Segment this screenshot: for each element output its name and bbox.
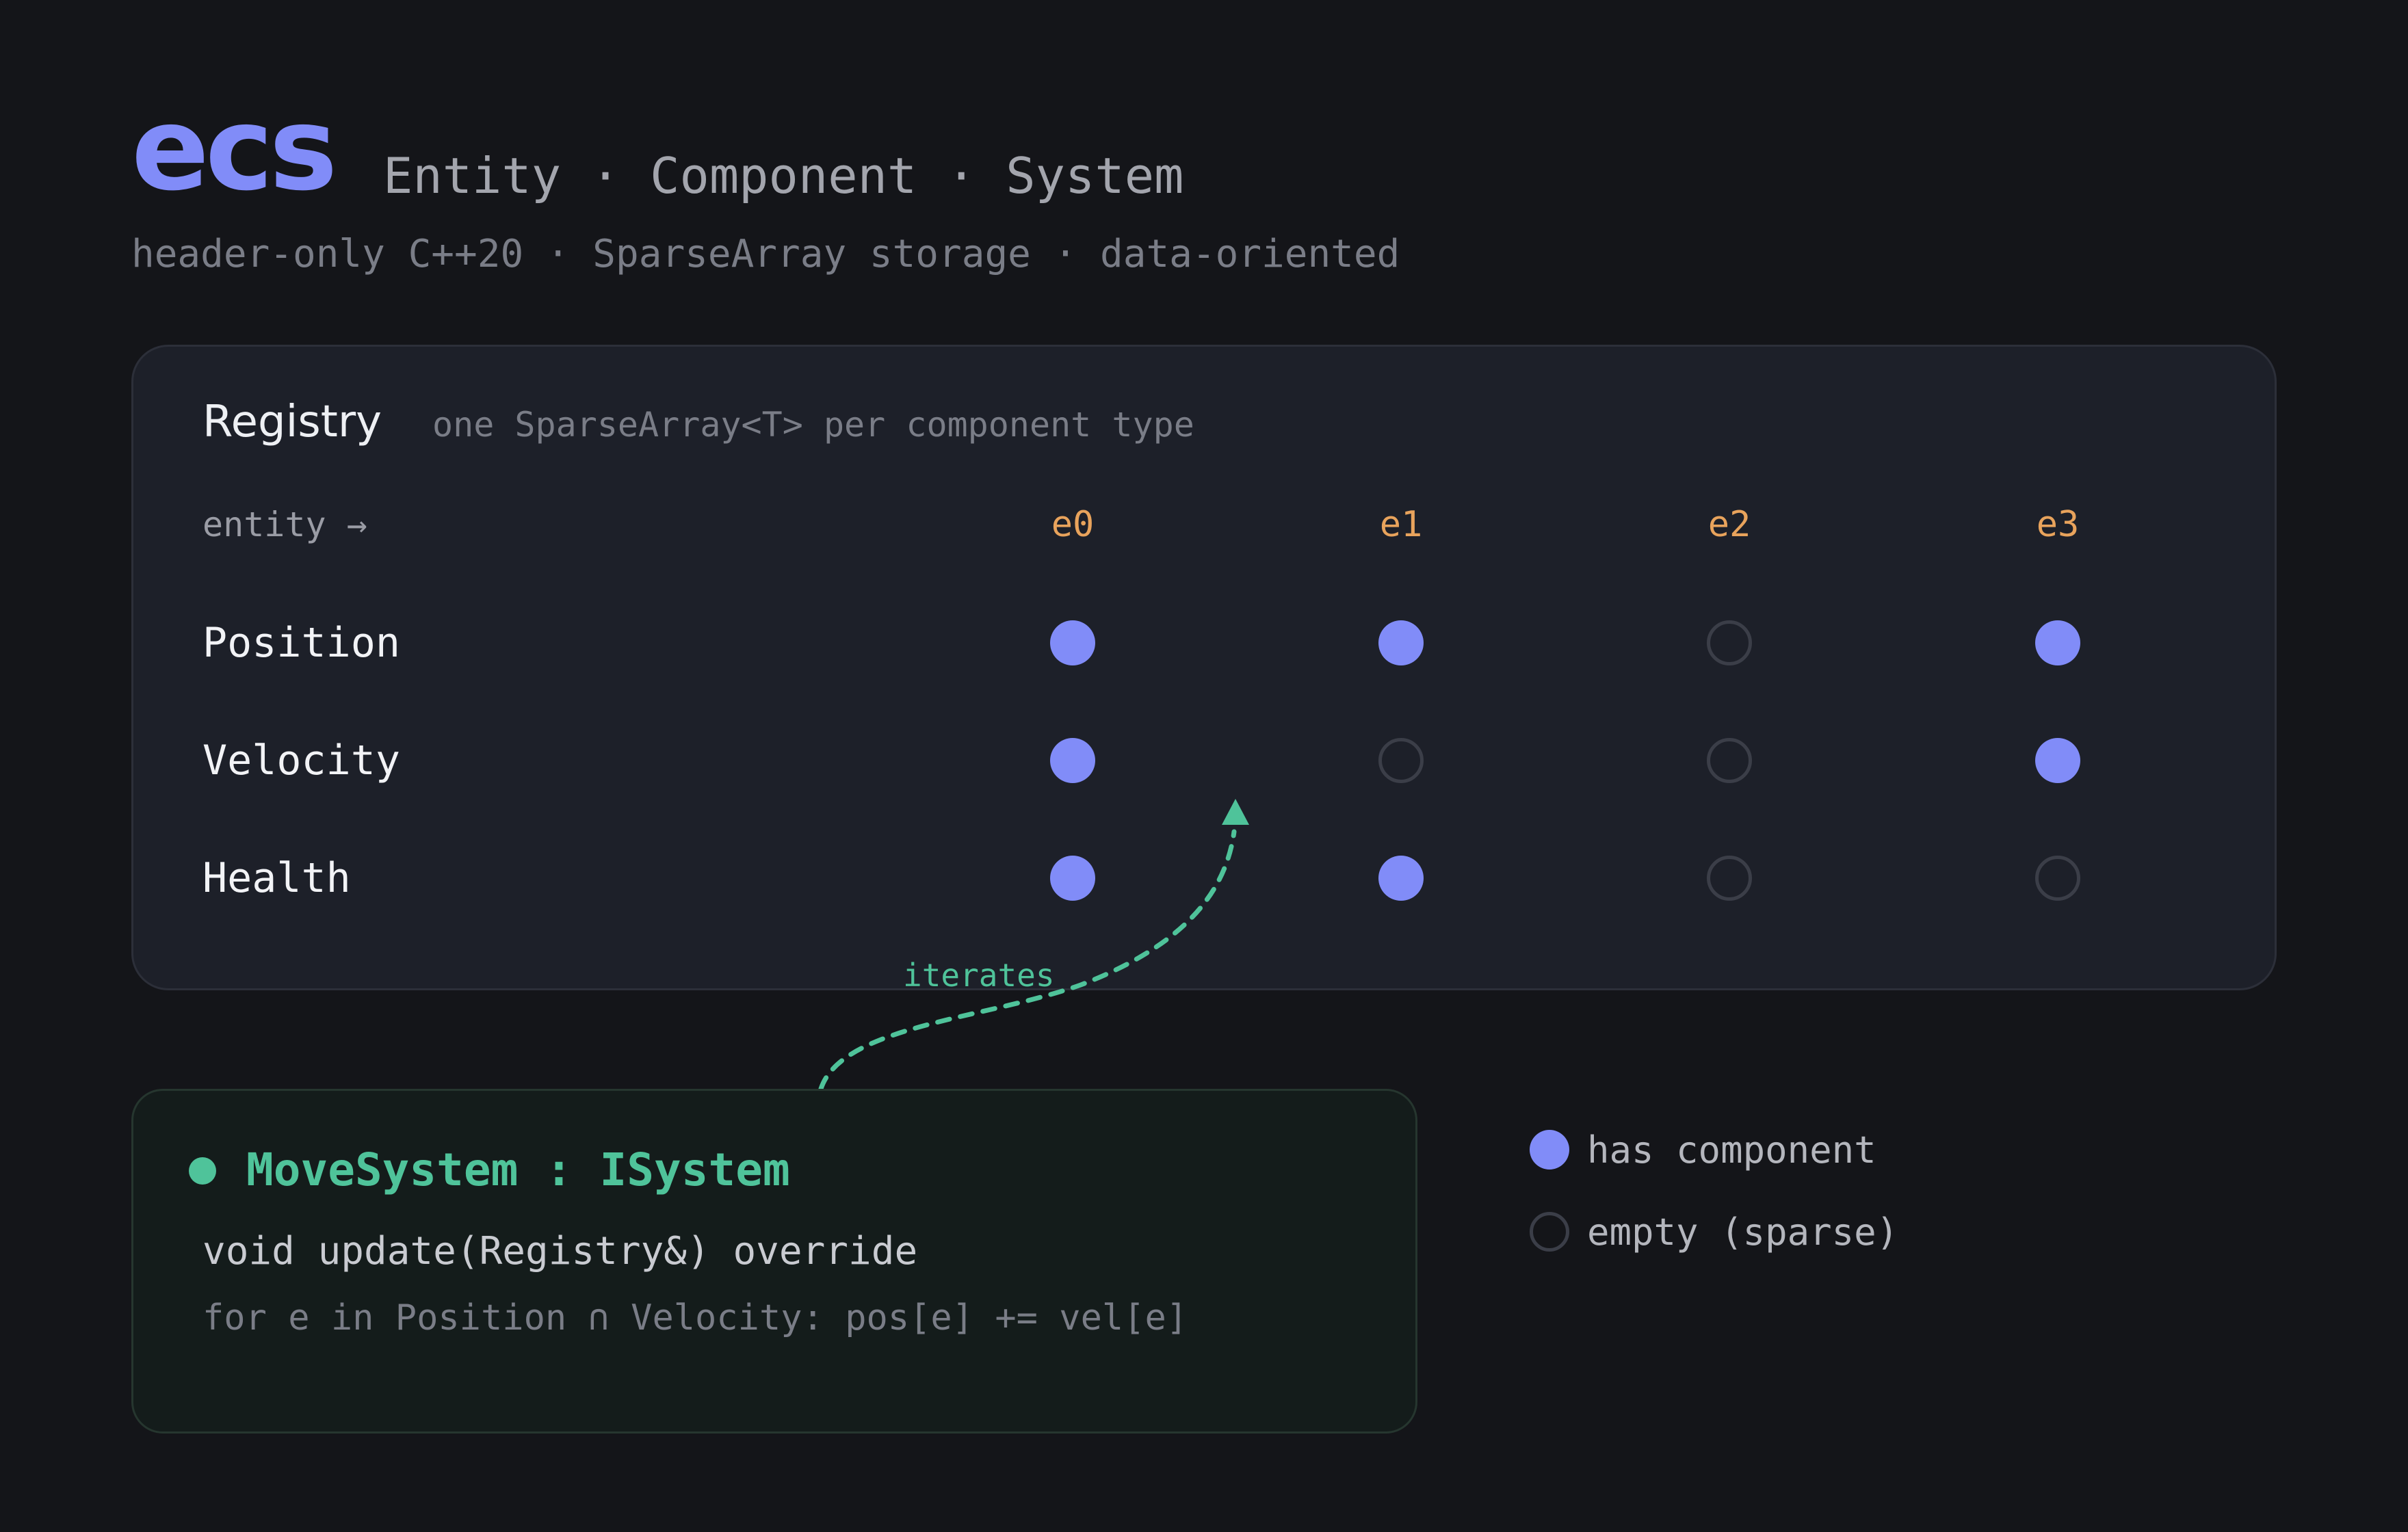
legend-filled-dot: [1530, 1130, 1569, 1170]
system-status-dot: [189, 1157, 216, 1185]
legend-empty: empty (sparse): [1587, 1211, 1899, 1254]
system-title: MoveSystem : ISystem: [246, 1144, 790, 1196]
iterates-arrow-head: [1222, 799, 1249, 825]
system-signature: void update(Registry&) override: [202, 1229, 918, 1273]
legend-empty-dot: [1530, 1212, 1569, 1252]
legend-has-component: has component: [1587, 1128, 1876, 1172]
system-body: for e in Position ∩ Velocity: pos[e] += …: [202, 1297, 1188, 1338]
iterates-label: iterates: [903, 957, 1055, 994]
